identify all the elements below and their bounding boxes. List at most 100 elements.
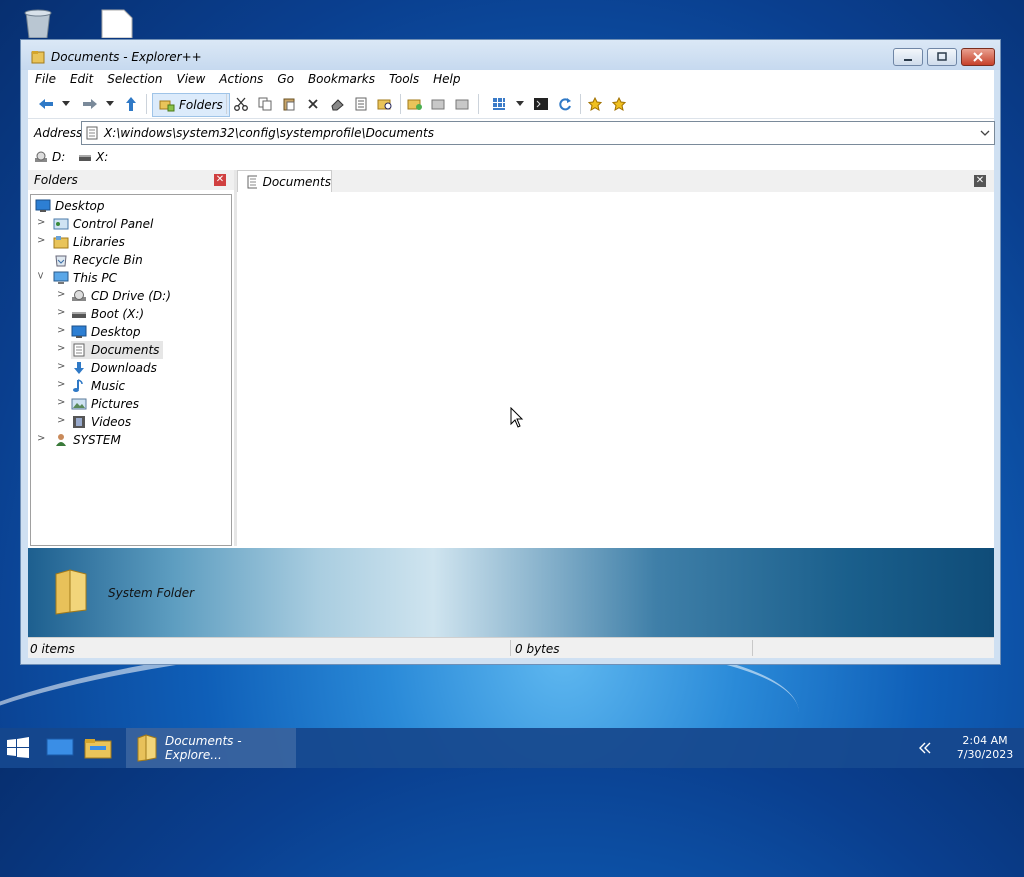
file-explorer-taskbar-button[interactable] <box>84 728 114 768</box>
move-to-folder-button[interactable] <box>454 93 472 115</box>
close-button[interactable] <box>961 48 995 66</box>
views-button[interactable] <box>490 93 508 115</box>
chevron-right-icon[interactable]: > <box>37 235 45 246</box>
chevron-down-icon <box>516 101 524 106</box>
tree-item-label: Libraries <box>73 235 125 249</box>
toolbar-separator <box>400 94 401 114</box>
paste-button[interactable] <box>280 93 298 115</box>
folder-icon <box>84 739 112 759</box>
toolbar-separator <box>580 94 581 114</box>
tree-item-boot-drive[interactable]: Boot (X:) <box>71 305 144 323</box>
chevron-right-icon[interactable]: > <box>37 217 45 228</box>
tab-close-icon[interactable]: ✕ <box>974 175 986 187</box>
tree-item-documents[interactable]: Documents <box>71 341 164 359</box>
bookmark-add-button[interactable] <box>586 93 604 115</box>
tab-documents[interactable]: Documents <box>237 170 332 192</box>
chevron-right-icon[interactable]: > <box>57 397 65 408</box>
scissors-icon <box>234 97 248 111</box>
file-desktop-icon[interactable] <box>100 8 134 41</box>
folders-toggle-button[interactable]: Folders <box>152 93 230 117</box>
back-button[interactable] <box>36 93 56 115</box>
chevron-right-icon[interactable]: > <box>57 289 65 300</box>
search-button[interactable] <box>376 93 394 115</box>
tree-item-libraries[interactable]: Libraries <box>53 233 125 251</box>
cd-drive-icon <box>72 290 86 301</box>
chevron-right-icon[interactable]: > <box>57 307 65 318</box>
maximize-button[interactable] <box>927 48 957 66</box>
views-dropdown[interactable] <box>514 93 526 115</box>
drives-bar: D: X: <box>28 147 994 169</box>
menu-help[interactable]: Help <box>426 70 467 90</box>
back-history-dropdown[interactable] <box>60 93 72 115</box>
tree-item-downloads[interactable]: Downloads <box>71 359 157 377</box>
chevron-right-icon[interactable]: > <box>37 433 45 444</box>
show-hidden-icons-button[interactable] <box>918 728 938 768</box>
menu-selection[interactable]: Selection <box>100 70 169 90</box>
tree-item-videos[interactable]: Videos <box>71 413 131 431</box>
menu-view[interactable]: View <box>170 70 213 90</box>
up-button[interactable] <box>122 93 140 115</box>
new-folder-icon <box>407 99 422 110</box>
delete-permanently-button[interactable] <box>328 93 346 115</box>
computer-icon <box>53 271 69 284</box>
chevron-right-icon[interactable]: > <box>57 415 65 426</box>
forward-button[interactable] <box>80 93 100 115</box>
address-input[interactable]: X:\windows\system32\config\systemprofile… <box>81 121 995 145</box>
refresh-button[interactable] <box>556 93 574 115</box>
tree-item-cd-drive[interactable]: CD Drive (D:) <box>71 287 171 305</box>
folder-tree: Desktop > Control Panel > Libraries Recy… <box>30 194 232 546</box>
chevron-down-icon <box>106 101 114 106</box>
hard-drive-icon <box>72 312 86 318</box>
drive-x-label: X: <box>96 150 109 164</box>
new-folder-button[interactable] <box>406 93 424 115</box>
copy-button[interactable] <box>256 93 274 115</box>
drive-d-button[interactable]: D: <box>34 150 65 164</box>
tree-item-system-user[interactable]: SYSTEM <box>53 431 121 449</box>
properties-button[interactable] <box>352 93 370 115</box>
close-icon <box>973 52 983 62</box>
taskbar-explorerpp-button[interactable]: Documents - Explore... <box>126 728 296 768</box>
folders-pane-close-icon[interactable]: ✕ <box>214 174 226 186</box>
tree-item-this-pc[interactable]: This PC <box>53 269 117 287</box>
menu-actions[interactable]: Actions <box>212 70 270 90</box>
address-dropdown-chevron-icon[interactable] <box>980 127 990 141</box>
minimize-button[interactable] <box>893 48 923 66</box>
desktop-taskbar-button[interactable] <box>46 728 76 768</box>
taskbar-clock[interactable]: 2:04 AM 7/30/2023 <box>950 734 1020 762</box>
chevron-right-icon[interactable]: > <box>57 379 65 390</box>
menu-go[interactable]: Go <box>270 70 301 90</box>
copy-icon <box>258 97 272 111</box>
forward-history-dropdown[interactable] <box>104 93 116 115</box>
hard-drive-icon <box>79 155 91 161</box>
chevron-right-icon[interactable]: > <box>57 343 65 354</box>
delete-button[interactable] <box>304 93 322 115</box>
menu-edit[interactable]: Edit <box>63 70 100 90</box>
start-button[interactable] <box>6 728 34 768</box>
tree-item-pictures[interactable]: Pictures <box>71 395 139 413</box>
cut-button[interactable] <box>232 93 250 115</box>
menu-bookmarks[interactable]: Bookmarks <box>301 70 382 90</box>
drive-x-button[interactable]: X: <box>78 150 108 164</box>
picture-icon <box>71 398 87 410</box>
tree-item-music[interactable]: Music <box>71 377 125 395</box>
delete-x-icon <box>308 99 318 109</box>
tree-item-desktop[interactable]: Desktop <box>35 197 105 215</box>
menu-tools[interactable]: Tools <box>382 70 426 90</box>
desktop-icon <box>71 325 87 338</box>
command-prompt-button[interactable] <box>532 93 550 115</box>
chevron-right-icon[interactable]: > <box>57 325 65 336</box>
title-bar[interactable]: Documents - Explorer++ <box>21 40 1000 70</box>
arrow-left-icon <box>39 99 53 109</box>
tree-item-desktop-folder[interactable]: Desktop <box>71 323 141 341</box>
chevron-down-icon[interactable]: > <box>35 271 46 279</box>
tree-item-control-panel[interactable]: Control Panel <box>53 215 153 233</box>
chevron-right-icon[interactable]: > <box>57 361 65 372</box>
menu-file[interactable]: File <box>28 70 63 90</box>
recycle-bin-desktop-icon[interactable] <box>20 8 56 41</box>
bookmarks-button[interactable] <box>610 93 628 115</box>
copy-to-folder-button[interactable] <box>430 93 448 115</box>
tree-item-recycle-bin[interactable]: Recycle Bin <box>53 251 143 269</box>
tree-item-label: SYSTEM <box>73 433 121 447</box>
address-value: X:\windows\system32\config\systemprofile… <box>104 126 434 140</box>
file-list-pane[interactable]: Documents ✕ <box>237 170 994 546</box>
